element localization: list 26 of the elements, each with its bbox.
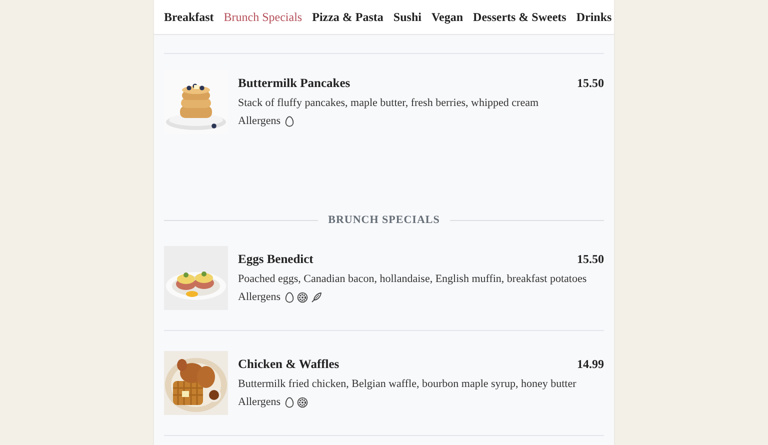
dish-name: Eggs Benedict xyxy=(238,252,314,267)
dish-description: Stack of fluffy pancakes, maple butter, fresh berries, whipped cream xyxy=(238,97,540,109)
category-tab[interactable]: Pizza & Pasta xyxy=(312,10,384,24)
section-title: BRUNCH SPECIALS xyxy=(328,214,440,226)
dish-name: Buttermilk Pancakes xyxy=(238,76,350,91)
dish-price: 15.50 xyxy=(577,252,604,267)
egg-icon xyxy=(284,396,294,408)
flower-icon xyxy=(296,396,308,408)
category-tab[interactable]: Breakfast xyxy=(164,10,214,24)
allergens-label: Allergens xyxy=(238,396,281,408)
dish-description: Poached eggs, Canadian bacon, hollandaise, English muffin, breakfast potatoes xyxy=(238,273,588,285)
egg-icon xyxy=(284,116,294,126)
category-tab[interactable]: Vegan xyxy=(431,10,464,24)
dish-price: 15.50 xyxy=(577,76,604,91)
dish-name: Chicken & Waffles xyxy=(238,357,340,372)
category-tab[interactable]: Sushi xyxy=(393,10,422,24)
dish-description: Buttermilk fried chicken, Belgian waffle, bourbon maple syrup, honey butter xyxy=(238,378,578,390)
dish-price: 14.99 xyxy=(577,357,604,372)
flower-icon xyxy=(296,292,308,302)
category-tab[interactable]: Brunch Specials xyxy=(224,10,302,24)
category-tab[interactable]: Desserts & Sweets xyxy=(473,10,566,24)
egg-icon xyxy=(284,292,294,302)
allergens-label: Allergens xyxy=(238,115,281,127)
category-tab[interactable]: Drinks xyxy=(576,10,612,24)
feather-icon xyxy=(310,292,322,302)
allergens-label: Allergens xyxy=(238,291,281,303)
